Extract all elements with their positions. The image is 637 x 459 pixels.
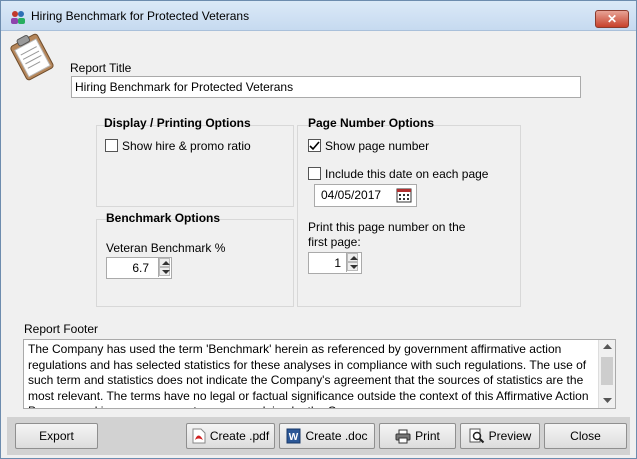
report-footer-text: The Company has used the term 'Benchmark… xyxy=(28,342,589,408)
print-label: Print xyxy=(415,429,440,443)
title-bar[interactable]: Hiring Benchmark for Protected Veterans … xyxy=(1,1,636,31)
magnifier-icon xyxy=(469,428,484,444)
benchmark-options-title: Benchmark Options xyxy=(106,211,221,225)
people-icon xyxy=(11,11,25,24)
include-date-label: Include this date on each page xyxy=(325,167,489,181)
calendar-icon[interactable] xyxy=(396,187,412,203)
create-pdf-label: Create .pdf xyxy=(209,429,270,443)
window-title: Hiring Benchmark for Protected Veterans xyxy=(31,9,250,23)
print-button[interactable]: Print xyxy=(379,423,456,449)
checkmark-icon xyxy=(309,141,320,151)
printer-icon xyxy=(395,429,411,443)
clipboard-icon xyxy=(10,33,54,81)
create-doc-label: Create .doc xyxy=(305,429,368,443)
window-close-button[interactable]: ✕ xyxy=(595,10,629,28)
pdf-icon xyxy=(192,428,206,444)
close-button-label: Close xyxy=(570,429,601,443)
scroll-up-icon[interactable] xyxy=(603,344,612,350)
veteran-benchmark-label: Veteran Benchmark % xyxy=(106,241,226,255)
dialog-window: Hiring Benchmark for Protected Veterans … xyxy=(0,0,637,459)
scroll-down-icon[interactable] xyxy=(603,398,612,404)
report-title-input[interactable]: Hiring Benchmark for Protected Veterans xyxy=(71,76,581,98)
first-page-number-spinner[interactable] xyxy=(346,253,358,272)
export-button[interactable]: Export xyxy=(15,423,98,449)
spin-up-icon[interactable] xyxy=(159,258,170,267)
display-options-title: Display / Printing Options xyxy=(104,116,251,130)
preview-label: Preview xyxy=(488,429,532,443)
first-page-label-line1: Print this page number on the xyxy=(308,220,466,234)
word-doc-icon: W xyxy=(286,428,301,444)
create-pdf-button[interactable]: Create .pdf xyxy=(186,423,275,449)
veteran-benchmark-spinner[interactable] xyxy=(158,258,170,277)
report-footer-textarea[interactable]: The Company has used the term 'Benchmark… xyxy=(23,339,616,409)
close-button[interactable]: Close xyxy=(544,423,627,449)
scrollbar-thumb[interactable] xyxy=(601,357,613,385)
spin-up-icon[interactable] xyxy=(347,253,358,262)
show-page-number-label: Show page number xyxy=(325,139,430,153)
report-title-label: Report Title xyxy=(70,61,132,75)
display-options-group xyxy=(96,125,294,207)
page-number-options-title: Page Number Options xyxy=(308,116,435,130)
svg-text:W: W xyxy=(289,432,299,443)
first-page-label-line2: first page: xyxy=(308,235,361,249)
show-hire-promo-checkbox[interactable] xyxy=(105,139,118,152)
spin-down-icon[interactable] xyxy=(159,267,170,276)
report-footer-label: Report Footer xyxy=(24,322,99,336)
include-date-checkbox[interactable] xyxy=(308,167,321,180)
show-page-number-checkbox[interactable] xyxy=(308,139,321,152)
show-hire-promo-label: Show hire & promo ratio xyxy=(122,139,251,153)
footer-scrollbar[interactable] xyxy=(598,340,615,408)
create-doc-button[interactable]: W Create .doc xyxy=(279,423,375,449)
export-button-label: Export xyxy=(39,429,74,443)
spin-down-icon[interactable] xyxy=(347,262,358,271)
preview-button[interactable]: Preview xyxy=(460,423,540,449)
